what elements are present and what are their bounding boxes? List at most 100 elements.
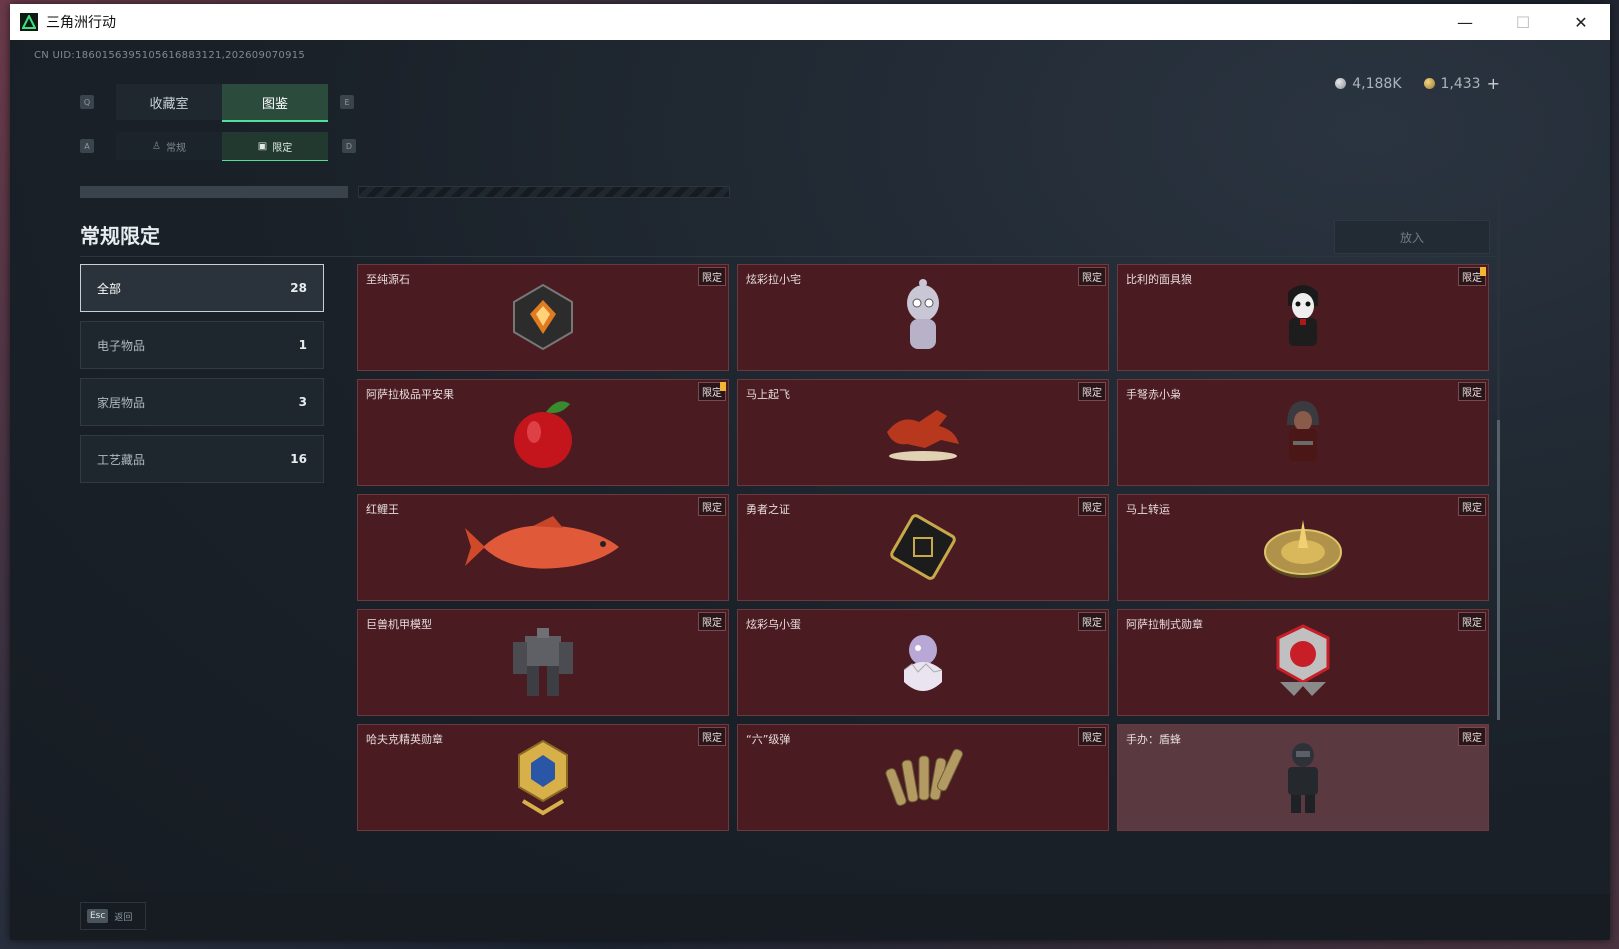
limited-badge: 限定	[698, 267, 726, 286]
uid-label: CN UID:1860156395105616883121,2026090709…	[34, 50, 306, 61]
footer-bar: Esc 返回	[10, 894, 1610, 940]
gold-currency: 1,433 +	[1423, 74, 1500, 93]
subtab-regular[interactable]: ♙ 常规	[116, 132, 222, 160]
item-card[interactable]: 阿萨拉极品平安果 限定	[357, 379, 729, 486]
item-name: 手办：盾蜂	[1126, 733, 1181, 746]
back-button[interactable]: Esc 返回	[80, 902, 146, 930]
currency-bar: 4,188K 1,433 +	[1335, 74, 1500, 93]
item-card[interactable]: 马上转运 限定	[1117, 494, 1489, 601]
item-name: 红鲤王	[366, 503, 399, 516]
limited-badge: 限定	[698, 497, 726, 516]
scrollbar[interactable]	[1497, 190, 1500, 720]
item-card[interactable]: 巨兽机甲模型 限定	[357, 609, 729, 716]
silver-currency: 4,188K	[1335, 74, 1402, 93]
back-label: 返回	[114, 912, 133, 923]
category-all[interactable]: 全部 28	[80, 264, 324, 312]
limited-badge: 限定	[1458, 727, 1486, 746]
add-currency-button[interactable]: +	[1487, 74, 1500, 93]
category-crafts[interactable]: 工艺藏品 16	[80, 435, 324, 483]
key-hint-a: A	[80, 139, 94, 153]
crystal-icon	[508, 282, 578, 356]
gold-coin-icon	[1423, 78, 1435, 89]
limited-badge: 限定	[1458, 382, 1486, 401]
key-hint-e: E	[340, 95, 354, 109]
category-household[interactable]: 家居物品 3	[80, 378, 324, 426]
soldier-figure-icon	[1280, 739, 1326, 819]
subtab-limited-label: 限定	[272, 142, 293, 154]
item-card[interactable]: 红鲤王 限定	[357, 494, 729, 601]
medal-icon	[1270, 622, 1336, 706]
item-name: 马上转运	[1126, 503, 1170, 516]
silver-coin-icon	[1335, 78, 1347, 89]
limited-badge: 限定	[1458, 612, 1486, 631]
silver-amount: 4,188K	[1352, 75, 1402, 92]
item-card[interactable]: 手弩赤小枭 限定	[1117, 379, 1489, 486]
item-name: 炫彩拉小宅	[746, 273, 801, 286]
mask-figure-icon	[1280, 282, 1326, 356]
hooded-figure-icon	[1281, 397, 1325, 471]
notification-marker	[1480, 267, 1486, 276]
item-card[interactable]: 勇者之证 限定	[737, 494, 1109, 601]
esc-key-hint: Esc	[87, 909, 109, 923]
limited-badge: 限定	[1078, 267, 1106, 286]
item-card[interactable]: 至纯源石 限定	[357, 264, 729, 371]
category-label: 工艺藏品	[97, 452, 146, 467]
item-card[interactable]: 手办：盾蜂 限定	[1117, 724, 1489, 831]
category-count: 1	[298, 338, 307, 352]
item-name: 勇者之证	[746, 503, 790, 516]
place-button[interactable]: 放入	[1334, 220, 1490, 254]
item-name: 马上起飞	[746, 388, 790, 401]
frame-icon: ▣	[257, 140, 268, 152]
compass-icon	[1262, 512, 1344, 586]
item-name: 巨兽机甲模型	[366, 618, 432, 631]
divider	[80, 256, 1500, 257]
category-label: 电子物品	[97, 338, 146, 353]
tab-collection-room[interactable]: 收藏室	[116, 84, 222, 120]
item-card[interactable]: 炫彩拉小宅 限定	[737, 264, 1109, 371]
app-window: 三角洲行动 — ☐ ✕ CN UID:186015639510561688312…	[10, 4, 1610, 940]
apple-icon	[508, 392, 578, 476]
limited-badge: 限定	[1458, 497, 1486, 516]
limited-badge: 限定	[1078, 727, 1106, 746]
subtab-limited[interactable]: ▣ 限定	[222, 132, 328, 161]
item-card[interactable]: 比利的面具狼 限定	[1117, 264, 1489, 371]
limited-badge: 限定	[698, 612, 726, 631]
item-name: 阿萨拉极品平安果	[366, 388, 454, 401]
limited-badge: 限定	[1078, 382, 1106, 401]
sub-tabs: ♙ 常规 ▣ 限定	[116, 132, 328, 161]
item-card[interactable]: 阿萨拉制式勋章 限定	[1117, 609, 1489, 716]
figure-icon: ♙	[152, 140, 161, 152]
limited-badge: 限定	[1078, 497, 1106, 516]
carp-icon	[463, 514, 623, 584]
bullets-icon	[883, 742, 964, 816]
category-electronics[interactable]: 电子物品 1	[80, 321, 324, 369]
title-bar: 三角洲行动 — ☐ ✕	[10, 4, 1610, 40]
close-button[interactable]: ✕	[1552, 4, 1610, 40]
gold-amount: 1,433	[1440, 75, 1481, 92]
window-title: 三角洲行动	[46, 15, 116, 31]
figurine-icon	[898, 277, 948, 361]
key-hint-d: D	[342, 139, 356, 153]
item-name: 炫彩乌小蛋	[746, 618, 801, 631]
main-tabs: 收藏室 图鉴	[116, 84, 328, 122]
item-card[interactable]: 马上起飞 限定	[737, 379, 1109, 486]
category-count: 28	[290, 281, 307, 295]
item-card[interactable]: 哈夫克精英勋章 限定	[357, 724, 729, 831]
category-list: 全部 28 电子物品 1 家居物品 3 工艺藏品 16	[80, 264, 324, 492]
mech-icon	[503, 622, 583, 706]
main-content: CN UID:1860156395105616883121,2026090709…	[10, 40, 1610, 940]
horse-icon	[881, 400, 965, 468]
item-name: “六”级弹	[746, 733, 791, 746]
item-card[interactable]: 炫彩乌小蛋 限定	[737, 609, 1109, 716]
collection-progress-bar	[80, 186, 348, 198]
scroll-thumb[interactable]	[1497, 420, 1500, 720]
collection-progress-striped	[358, 186, 730, 198]
badge-icon	[513, 737, 573, 821]
category-label: 全部	[97, 281, 122, 296]
item-card[interactable]: “六”级弹 限定	[737, 724, 1109, 831]
minimize-button[interactable]: —	[1436, 4, 1494, 40]
limited-badge: 限定	[1078, 612, 1106, 631]
item-grid: 至纯源石 限定 炫彩拉小宅 限定 比利的面具狼 限定 阿萨拉极品平安果 限定 马…	[357, 264, 1490, 831]
tab-codex[interactable]: 图鉴	[222, 84, 328, 122]
maximize-button[interactable]: ☐	[1494, 4, 1552, 40]
